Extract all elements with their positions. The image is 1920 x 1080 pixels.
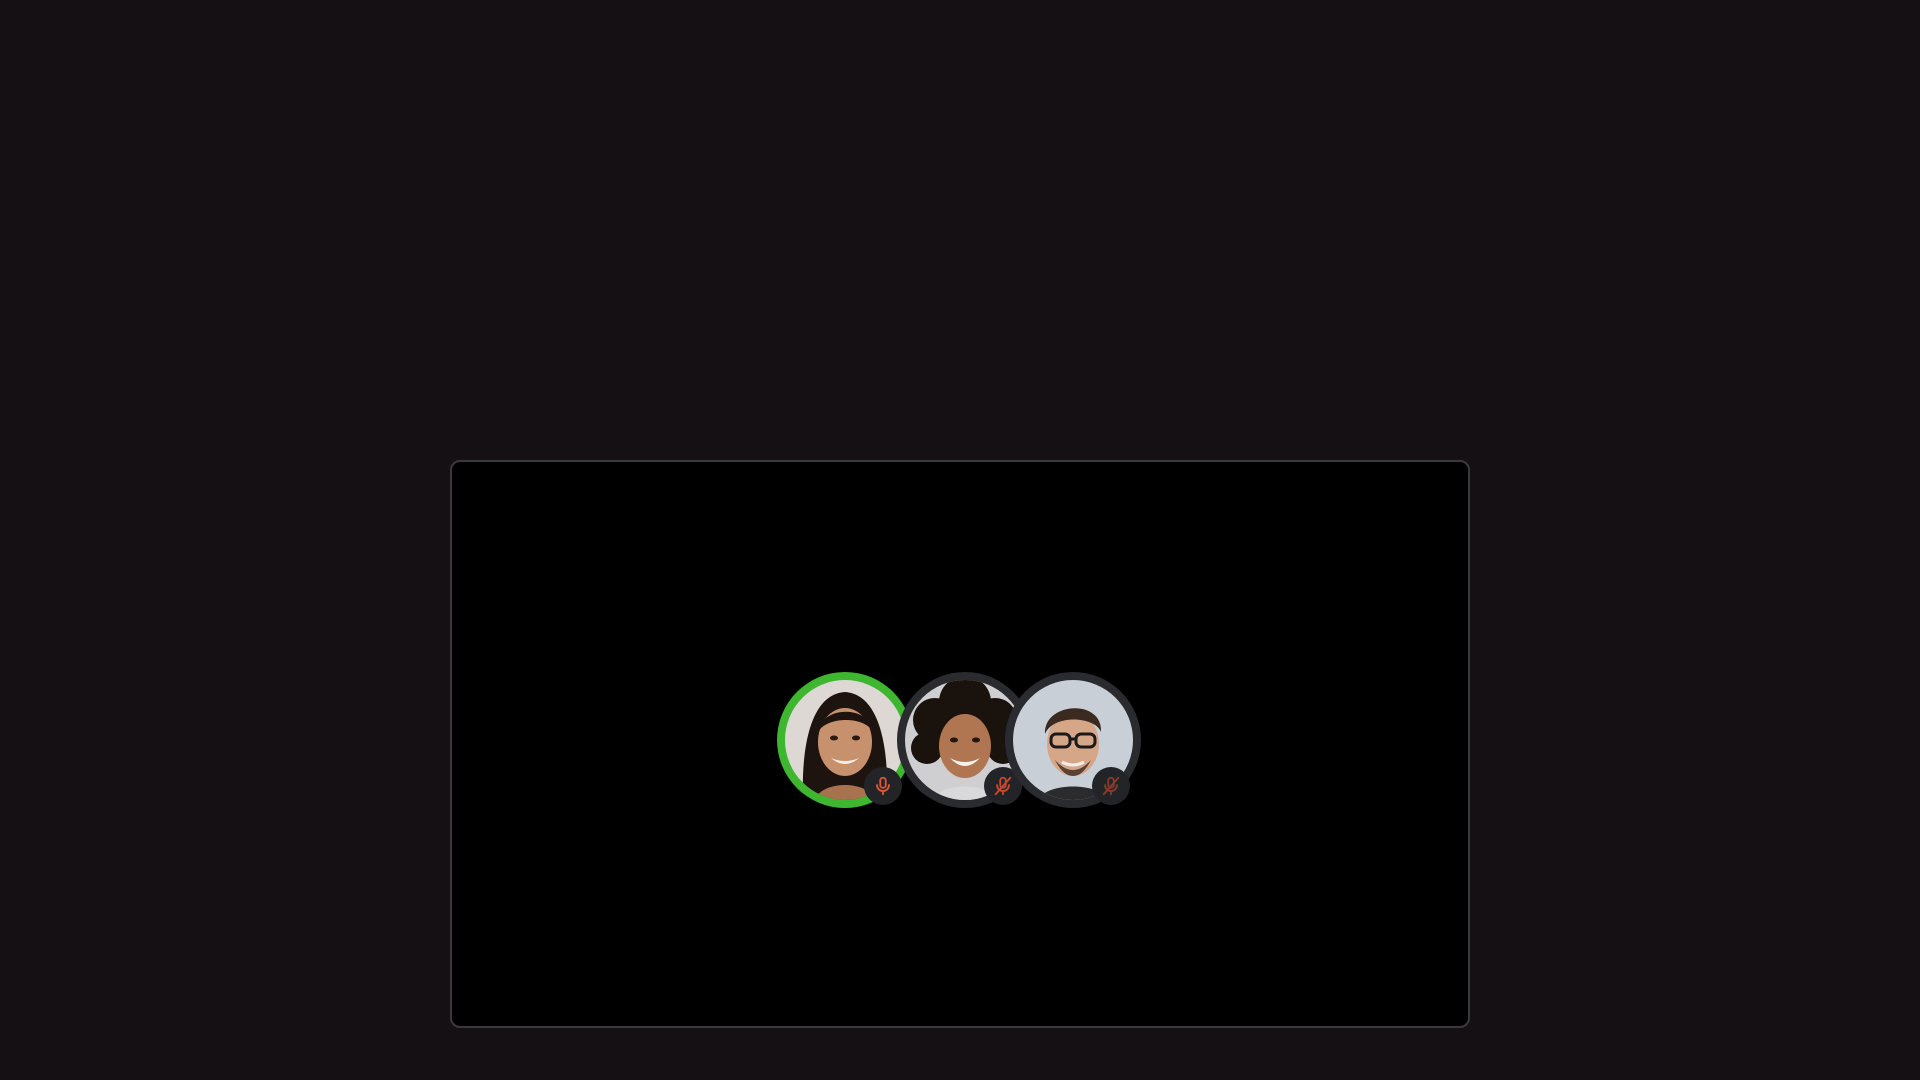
participant-avatar-group xyxy=(777,672,1177,822)
mic-status-badge[interactable] xyxy=(1092,767,1130,805)
microphone-icon xyxy=(876,776,890,796)
call-stage xyxy=(450,460,1470,1028)
microphone-muted-icon xyxy=(994,776,1012,796)
mic-status-badge[interactable] xyxy=(864,767,902,805)
microphone-muted-icon xyxy=(1102,776,1120,796)
